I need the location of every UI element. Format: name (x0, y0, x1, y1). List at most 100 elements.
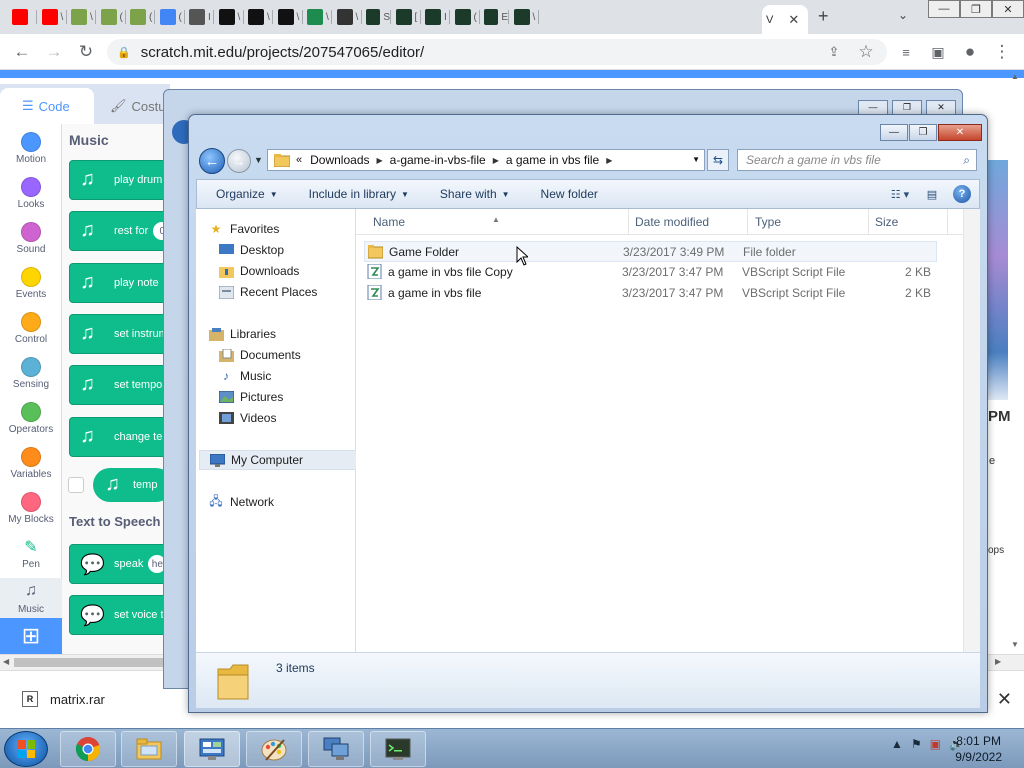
nav-desktop[interactable]: Desktop (218, 240, 376, 260)
paint-taskbar-button[interactable] (246, 731, 302, 767)
wiki-tab-2[interactable]: \ (244, 5, 272, 29)
nav-recent-places[interactable]: Recent Places (218, 282, 376, 302)
close-button[interactable]: ✕ (938, 124, 982, 141)
wiki-tab-1[interactable]: \ (215, 5, 243, 29)
block-rest-for[interactable]: ♫ rest for 0 (69, 211, 164, 251)
nav-downloads[interactable]: Downloads (218, 261, 376, 281)
reload-icon[interactable]: ↻ (74, 40, 98, 64)
category-looks[interactable]: Looks (0, 173, 62, 218)
minimize-button[interactable]: — (880, 124, 908, 141)
minimize-button[interactable]: — (858, 100, 888, 115)
network-status-icon[interactable]: ▣ (930, 737, 941, 751)
vertical-scrollbar[interactable] (963, 209, 980, 652)
new-tab-button[interactable]: + (818, 6, 829, 27)
active-tab[interactable]: V ✕ (762, 5, 808, 34)
nav-documents[interactable]: Documents (218, 345, 376, 365)
search-input[interactable]: Search a game in vbs file ⌕ (737, 149, 977, 171)
maximize-button[interactable]: ❐ (960, 0, 992, 18)
tempo-checkbox[interactable] (68, 477, 84, 493)
column-separator[interactable] (747, 209, 748, 235)
category-my-blocks[interactable]: My Blocks (0, 488, 62, 533)
block-set-tempo[interactable]: ♫ set tempo (69, 365, 164, 405)
wiki-tab-3[interactable]: \ (274, 5, 302, 29)
scroll-down-arrow-icon[interactable]: ▼ (1011, 640, 1019, 649)
breadcrumb-item[interactable]: a-game-in-vbs-file ▶ (390, 153, 506, 167)
category-motion[interactable]: Motion (0, 128, 62, 173)
show-hidden-icons-icon[interactable]: ▲ (891, 737, 903, 751)
command-include-in-library[interactable]: Include in library ▼ (309, 187, 409, 201)
tab-costumes[interactable]: 🖌 Costu (104, 88, 165, 124)
scrollbar-thumb[interactable] (14, 658, 164, 667)
recent-pages-dropdown-icon[interactable]: ▼ (254, 155, 263, 165)
bolt-tab-2[interactable]: [ (392, 5, 420, 29)
scroll-right-arrow-icon[interactable]: ▶ (995, 657, 1001, 666)
category-music[interactable]: ♫ Music (0, 578, 62, 623)
youtube-tab[interactable] (8, 5, 36, 29)
table-row[interactable]: Game Folder 3/23/2017 3:49 PM File folder (364, 241, 937, 262)
column-separator[interactable] (628, 209, 629, 235)
bolt-tab-4[interactable]: ( (451, 5, 479, 29)
terminal-taskbar-button[interactable] (370, 731, 426, 767)
close-browser-button[interactable]: ✕ (992, 0, 1024, 18)
block-play-note[interactable]: ♫ play note (69, 263, 164, 303)
action-center-icon[interactable]: ⚑ (911, 737, 922, 751)
stage-preview[interactable] (988, 160, 1008, 400)
back-arrow-icon[interactable]: ← (199, 148, 225, 174)
block-play-drum[interactable]: ♫ play drum (69, 160, 164, 200)
column-size[interactable]: Size (875, 215, 898, 229)
sheet-tab[interactable]: \ (303, 5, 331, 29)
close-button[interactable]: ✕ (926, 100, 956, 115)
category-operators[interactable]: Operators (0, 398, 62, 443)
address-bar[interactable]: 🔒 scratch.mit.edu/projects/207547065/edi… (107, 39, 887, 65)
scratch-tab-1[interactable]: \ (67, 5, 95, 29)
back-arrow-icon[interactable]: ← (10, 40, 34, 64)
tab-code[interactable]: ☰ Code (0, 88, 94, 124)
tab-search-icon[interactable]: ⌄ (898, 8, 908, 22)
add-extension-button[interactable]: ⊞ (0, 618, 62, 654)
address-bar[interactable]: « Downloads ▶ a-game-in-vbs-file ▶ a game in… (267, 149, 705, 171)
bookmark-star-icon[interactable]: ☆ (854, 40, 878, 64)
scroll-left-arrow-icon[interactable]: ◀ (3, 657, 9, 666)
scroll-up-arrow-icon[interactable]: ▲ (1011, 72, 1019, 81)
preview-pane-icon[interactable]: ▤ (921, 184, 943, 204)
command-organize[interactable]: Organize ▼ (216, 187, 278, 201)
nav-pictures[interactable]: Pictures (218, 387, 376, 407)
column-separator[interactable] (868, 209, 869, 235)
bolt-tab-6[interactable]: \ (510, 5, 538, 29)
maximize-button[interactable]: ❐ (909, 124, 937, 141)
category-pen[interactable]: ✎ Pen (0, 533, 62, 578)
maximize-button[interactable]: ❐ (892, 100, 922, 115)
nav-videos[interactable]: Videos (218, 408, 376, 428)
help-icon[interactable]: ? (953, 185, 971, 203)
chrome-taskbar-button[interactable] (60, 731, 116, 767)
nav-favorites[interactable]: ★ Favorites (208, 219, 366, 239)
nav-my-computer[interactable]: My Computer (199, 450, 357, 470)
block-set-instrument[interactable]: ♫ set instrum (69, 314, 164, 354)
breadcrumb-chevron-icon[interactable]: ▶ (606, 156, 612, 165)
block-speak[interactable]: 💬 speak he (69, 544, 164, 584)
block-change-tempo[interactable]: ♫ change ten (69, 417, 164, 457)
minimize-button[interactable]: — (928, 0, 960, 18)
web-tab[interactable]: I (185, 5, 213, 29)
change-view-icon[interactable]: ☷ ▾ (889, 184, 911, 204)
network-computer-taskbar-button[interactable] (308, 731, 364, 767)
nav-music[interactable]: ♪ Music (218, 366, 376, 386)
category-events[interactable]: Events (0, 263, 62, 308)
share-icon[interactable]: ⇪ (822, 40, 846, 64)
start-button[interactable] (4, 731, 48, 767)
archive-tab[interactable]: \ (333, 5, 361, 29)
block-input[interactable]: he (148, 555, 164, 573)
scratch-tab-2[interactable]: ( (97, 5, 125, 29)
breadcrumb-chevron-icon[interactable]: ▶ (493, 156, 499, 165)
column-date[interactable]: Date modified (635, 215, 709, 229)
scratch-tab-3[interactable]: ( (126, 5, 154, 29)
category-sensing[interactable]: Sensing (0, 353, 62, 398)
column-name[interactable]: Name (373, 215, 405, 229)
category-control[interactable]: Control (0, 308, 62, 353)
command-share-with[interactable]: Share with ▼ (440, 187, 510, 201)
category-variables[interactable]: Variables (0, 443, 62, 488)
table-row[interactable]: a game in vbs file 3/23/2017 3:47 PM VBScr… (364, 283, 937, 304)
breadcrumb-overflow-icon[interactable]: « (296, 154, 302, 166)
menu-kebab-icon[interactable]: ⋮ (990, 40, 1014, 64)
address-dropdown-icon[interactable]: ▼ (692, 155, 700, 164)
